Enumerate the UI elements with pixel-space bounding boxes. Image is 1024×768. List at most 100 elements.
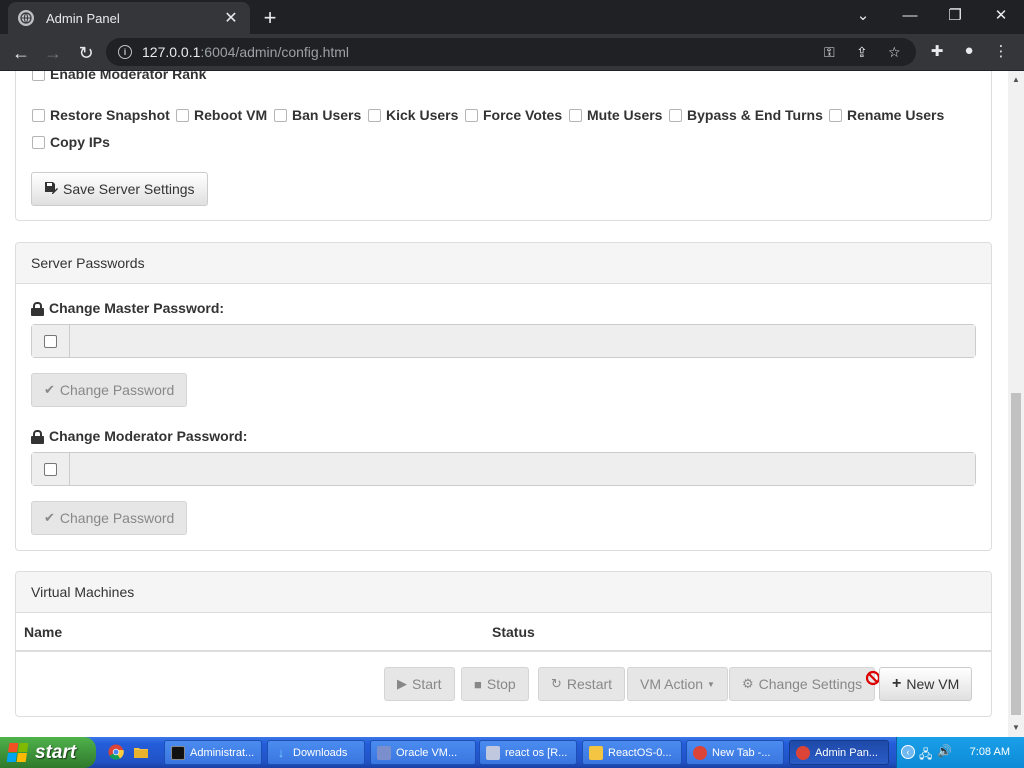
start-vm-button[interactable]: ▶ Start [384, 667, 455, 701]
lock-icon [31, 429, 44, 444]
taskbar-item-downloads[interactable]: ↓ Downloads [267, 740, 365, 765]
chrome-icon [796, 745, 810, 760]
checkmark-icon: ✔ [44, 382, 55, 397]
browser-toolbar: ← → ↻ i 127.0.0.1:6004/admin/config.html… [0, 34, 1024, 71]
scroll-down-arrow-icon[interactable]: ▼ [1012, 723, 1020, 732]
forward-arrow-icon[interactable]: → [40, 40, 66, 66]
moderator-password-label: Change Moderator Password: [31, 428, 247, 444]
scroll-up-arrow-icon[interactable]: ▲ [1012, 75, 1020, 84]
permission-restore-snapshot[interactable]: Restore Snapshot [32, 107, 170, 123]
checkmark-icon: ✔ [44, 510, 55, 525]
permission-ban-users[interactable]: Ban Users [274, 107, 361, 123]
taskbar-item-oracle-vm[interactable]: Oracle VM... [370, 740, 476, 765]
url-host: 127.0.0.1 [142, 44, 201, 60]
permission-copy-ips[interactable]: Copy IPs [32, 134, 110, 150]
url-path: :6004/admin/config.html [200, 44, 350, 60]
checkbox[interactable] [368, 108, 381, 122]
restart-icon: ↻ [551, 676, 562, 691]
checkbox[interactable] [32, 71, 45, 81]
taskbar-item-new-tab[interactable]: New Tab -... [686, 740, 784, 765]
close-window-button[interactable]: ✕ [986, 4, 1016, 28]
bookmark-star-icon[interactable]: ☆ [888, 44, 901, 61]
stop-icon: ■ [474, 676, 482, 692]
volume-icon[interactable]: 🔊 [937, 744, 952, 758]
checkbox[interactable] [44, 334, 57, 348]
checkbox[interactable] [829, 108, 842, 122]
back-arrow-icon[interactable]: ← [8, 40, 34, 66]
windows-logo-icon [6, 743, 29, 762]
permission-enable-moderator-rank[interactable]: Enable Moderator Rank [32, 71, 206, 82]
scrollbar-thumb[interactable] [1011, 393, 1021, 715]
stop-vm-button[interactable]: ■ Stop [461, 667, 529, 701]
permission-force-votes[interactable]: Force Votes [465, 107, 562, 123]
change-master-password-button[interactable]: ✔ Change Password [31, 373, 188, 407]
restart-vm-button[interactable]: ↻ Restart [538, 667, 626, 701]
restore-button[interactable]: ❐ [940, 4, 970, 28]
extensions-puzzle-icon[interactable]: ✚ [926, 42, 948, 60]
download-arrow-icon: ↓ [277, 744, 285, 760]
reload-icon[interactable]: ↻ [73, 40, 99, 66]
checkbox[interactable] [32, 108, 45, 122]
tray-expand-icon[interactable]: ‹ [901, 745, 915, 759]
tab-title: Admin Panel [46, 10, 120, 26]
taskbar-item-admin-panel[interactable]: Admin Pan... [789, 740, 889, 765]
new-tab-button[interactable]: + [258, 5, 282, 31]
checkbox[interactable] [176, 108, 189, 122]
tab-search-icon[interactable]: ⌄ [848, 4, 878, 28]
permission-mute-users[interactable]: Mute Users [569, 107, 662, 123]
chrome-icon [693, 745, 707, 760]
change-moderator-password-button[interactable]: ✔ Change Password [31, 501, 188, 535]
panel-heading: Virtual Machines [16, 572, 991, 613]
caret-down-icon: ▼ [707, 679, 715, 689]
column-header-name: Name [24, 624, 63, 640]
address-bar[interactable]: i 127.0.0.1:6004/admin/config.html ⚿ ⇪ ☆ [106, 38, 916, 66]
minimize-button[interactable]: — [895, 4, 925, 28]
cmd-icon [171, 745, 185, 760]
clock[interactable]: 7:08 AM [970, 746, 1010, 758]
checkbox[interactable] [44, 462, 57, 476]
network-icon[interactable]: 🖧 [919, 745, 932, 766]
folder-icon[interactable] [133, 744, 149, 760]
new-vm-button[interactable]: + New VM [879, 667, 973, 701]
checkbox[interactable] [569, 108, 582, 122]
browser-tab-admin-panel[interactable]: Admin Panel ✕ [8, 2, 250, 34]
start-button[interactable]: start [0, 737, 96, 768]
master-password-input[interactable] [70, 325, 975, 357]
close-tab-icon[interactable]: ✕ [222, 8, 240, 28]
taskbar-item-react-os[interactable]: react os [R... [479, 740, 577, 765]
play-icon: ▶ [397, 676, 407, 691]
master-password-label: Change Master Password: [31, 300, 224, 316]
checkbox[interactable] [32, 135, 45, 149]
share-icon[interactable]: ⇪ [856, 44, 868, 61]
chrome-icon[interactable] [108, 744, 124, 760]
permission-rename-users[interactable]: Rename Users [829, 107, 944, 123]
profile-avatar-icon[interactable]: ● [958, 42, 980, 59]
folder-icon [589, 745, 603, 760]
save-server-settings-button[interactable]: Save Server Settings [31, 172, 208, 206]
browser-tab-bar: Admin Panel ✕ + ⌄ — ❐ ✕ [0, 0, 1024, 34]
checkbox[interactable] [465, 108, 478, 122]
taskbar-item-reactos-folder[interactable]: ReactOS-0... [582, 740, 682, 765]
checkbox[interactable] [274, 108, 287, 122]
page-scrollbar[interactable]: ▲ ▼ [1008, 71, 1024, 737]
moderator-password-group [31, 452, 976, 486]
moderator-password-toggle[interactable] [32, 453, 70, 485]
taskbar-item-administrator[interactable]: Administrat... [164, 740, 262, 765]
permission-reboot-vm[interactable]: Reboot VM [176, 107, 267, 123]
vm-window-icon [486, 745, 500, 760]
globe-icon [18, 10, 34, 26]
windows-taskbar: start Administrat... ↓ Downloads Oracle … [0, 737, 1024, 768]
permission-bypass-end-turns[interactable]: Bypass & End Turns [669, 107, 823, 123]
server-settings-panel: Enable Moderator Rank Restore Snapshot R… [15, 71, 992, 221]
master-password-toggle[interactable] [32, 325, 70, 357]
change-settings-button[interactable]: ⚙ Change Settings [729, 667, 876, 701]
key-icon[interactable]: ⚿ [824, 44, 835, 61]
moderator-password-input[interactable] [70, 453, 975, 485]
checkbox[interactable] [669, 108, 682, 122]
permission-kick-users[interactable]: Kick Users [368, 107, 458, 123]
page-viewport: Enable Moderator Rank Restore Snapshot R… [0, 71, 1008, 737]
vm-action-dropdown[interactable]: VM Action ▼ [627, 667, 728, 701]
site-info-icon[interactable]: i [118, 45, 132, 59]
table-header-divider [16, 650, 991, 652]
browser-menu-icon[interactable]: ⋮ [990, 42, 1012, 60]
